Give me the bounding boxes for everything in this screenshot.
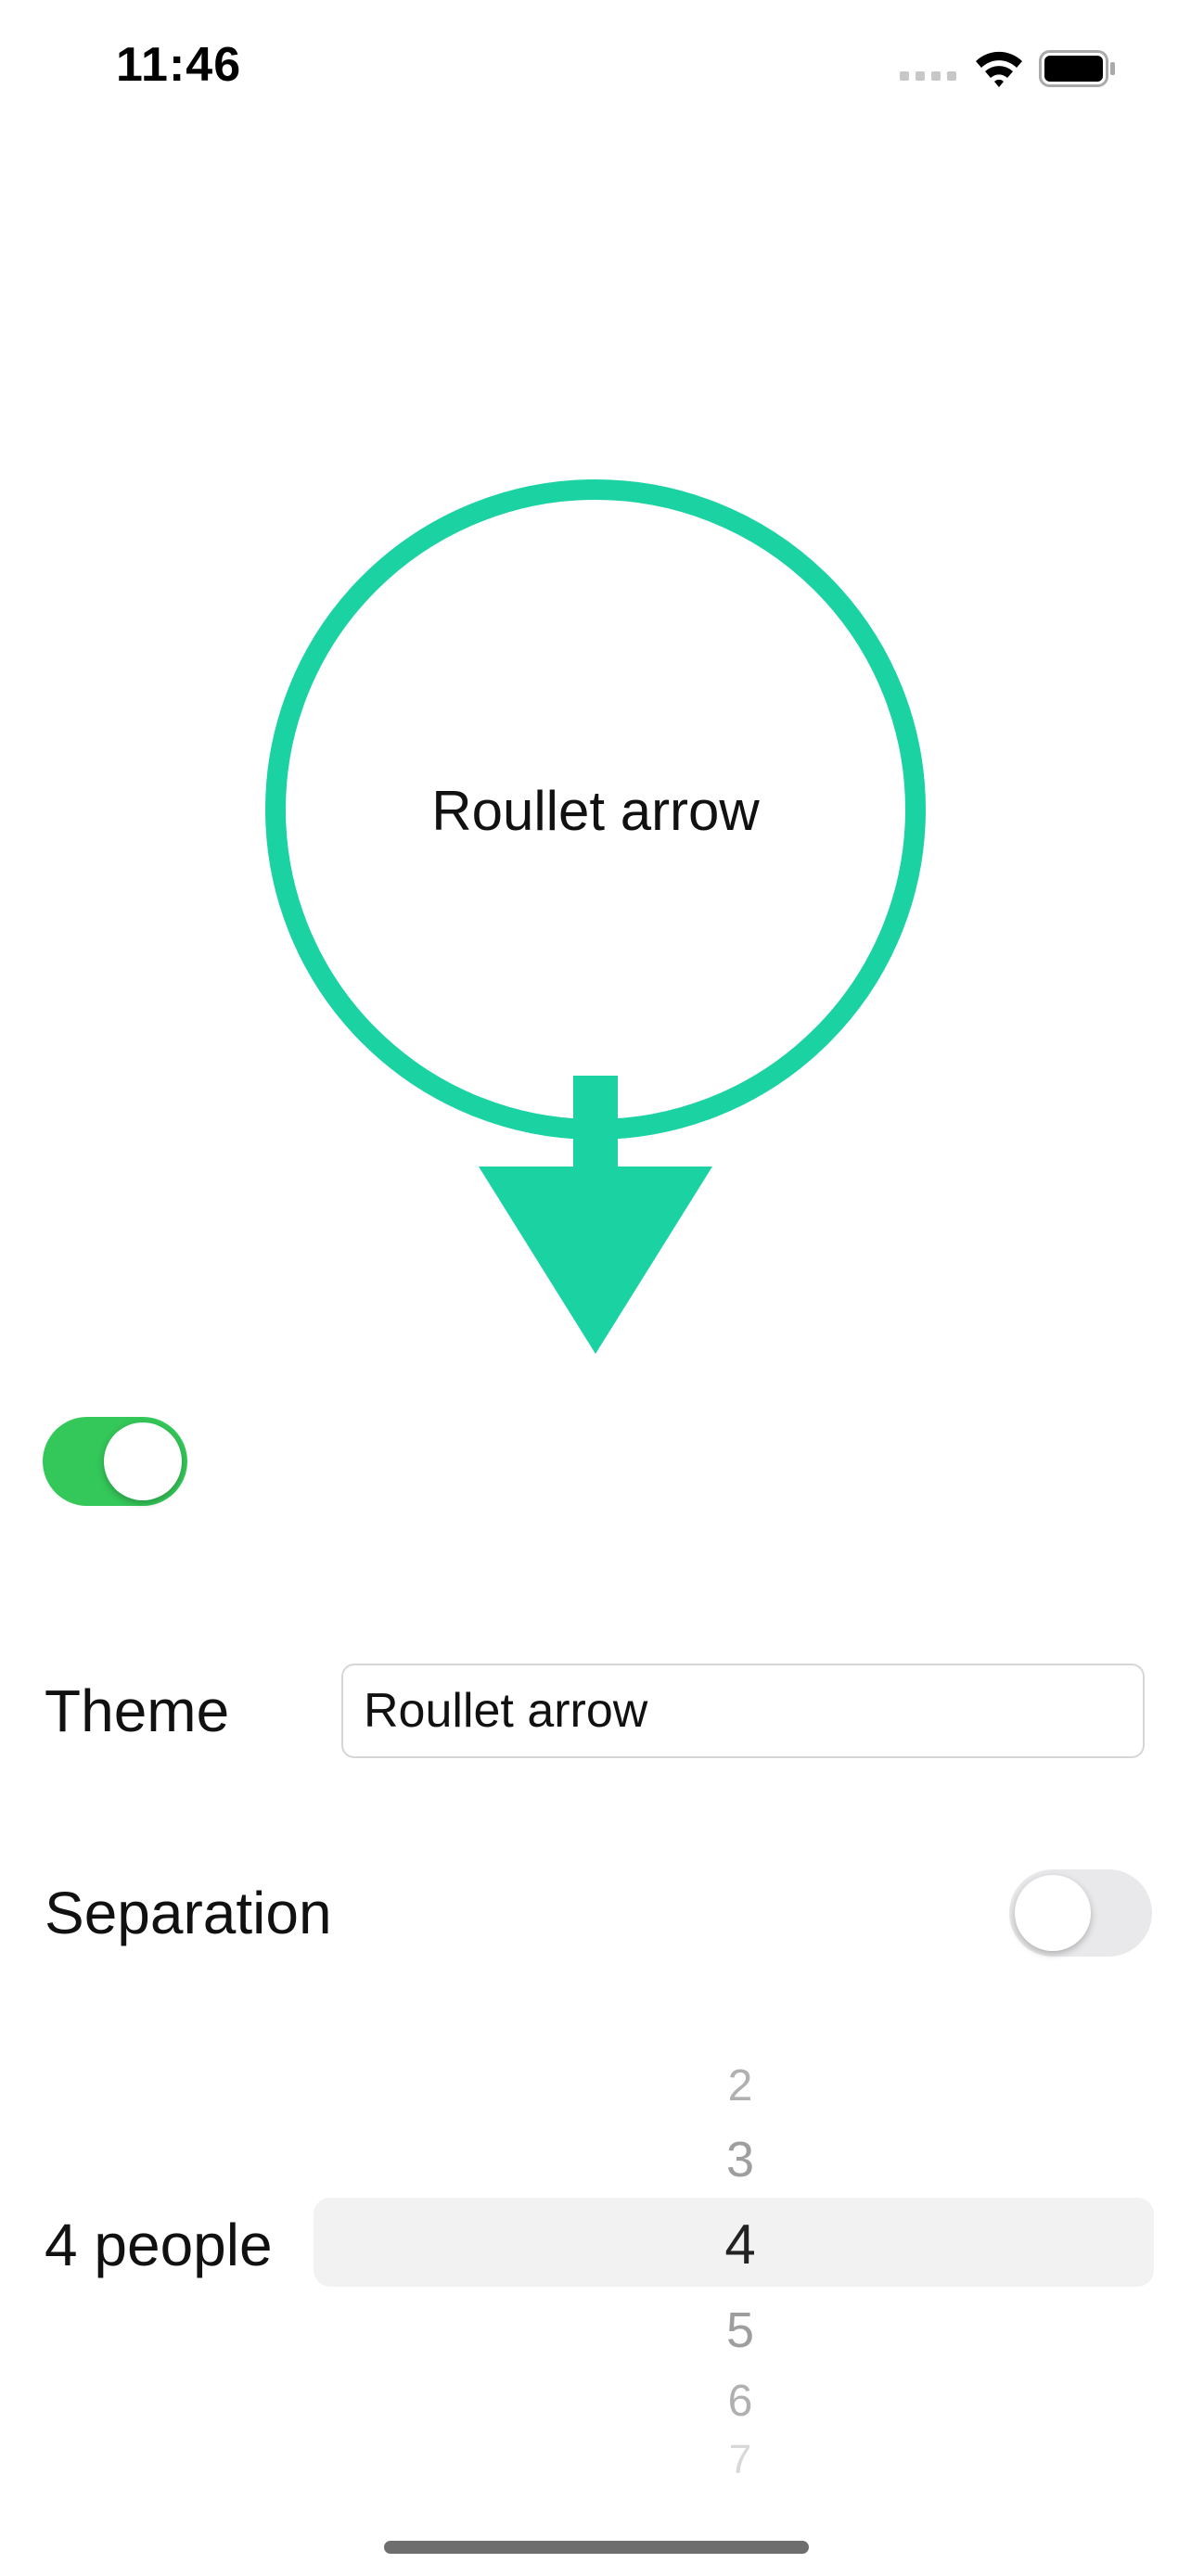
roulette-arrow-graphic[interactable] xyxy=(0,464,1191,1372)
theme-label: Theme xyxy=(45,1677,230,1744)
picker-item[interactable]: 3 xyxy=(685,2131,796,2188)
people-count-label: 4 people xyxy=(45,2212,273,2278)
picker-item[interactable]: 5 xyxy=(685,2302,796,2359)
toggle-knob xyxy=(104,1422,182,1500)
cellular-signal-icon xyxy=(900,71,956,81)
status-time: 11:46 xyxy=(116,38,242,92)
picker-item[interactable]: 7 xyxy=(685,2437,796,2478)
main-toggle-switch[interactable] xyxy=(43,1417,187,1506)
separation-toggle-switch[interactable] xyxy=(1009,1869,1152,1957)
theme-input[interactable] xyxy=(341,1664,1145,1758)
arrow-stem xyxy=(573,1076,618,1178)
picker-item[interactable]: 6 xyxy=(685,2376,796,2427)
wifi-icon xyxy=(976,51,1022,87)
picker-item[interactable]: 2 xyxy=(685,2060,796,2111)
roulette-label: Roullet arrow xyxy=(431,780,760,842)
arrow-head xyxy=(479,1167,712,1354)
home-indicator[interactable] xyxy=(384,2541,809,2554)
separation-label: Separation xyxy=(45,1880,332,1946)
picker-item-selected[interactable]: 4 xyxy=(685,2213,796,2276)
toggle-knob xyxy=(1015,1875,1091,1951)
people-count-picker[interactable]: 2 3 4 5 6 7 xyxy=(314,2040,1154,2485)
battery-icon xyxy=(1039,50,1115,87)
status-bar: 11:46 xyxy=(0,0,1191,130)
